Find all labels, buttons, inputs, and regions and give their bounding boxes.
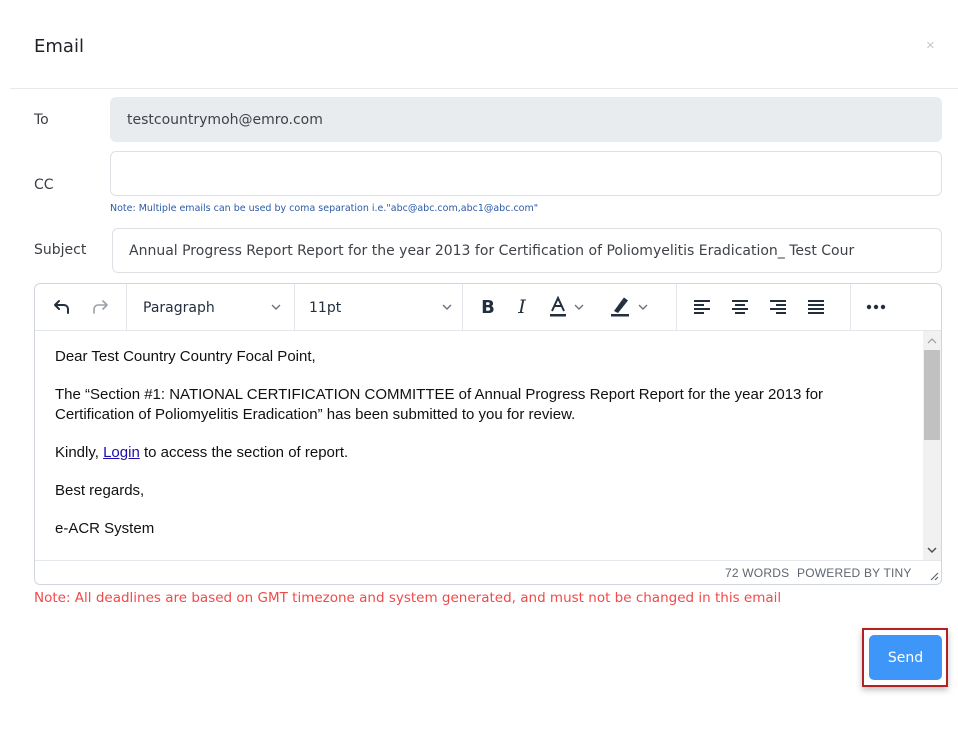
to-label: To [34, 112, 49, 128]
font-size-select[interactable]: 11pt [295, 284, 463, 330]
login-instruction: Kindly, Login to access the section of r… [55, 443, 903, 463]
align-right-icon[interactable] [761, 284, 795, 330]
send-button[interactable]: Send [869, 635, 942, 680]
scroll-up-icon[interactable] [927, 336, 937, 346]
align-left-icon[interactable] [685, 284, 719, 330]
block-format-label: Paragraph [143, 300, 215, 316]
formatting-group: B I [463, 284, 677, 330]
modal-title: Email [34, 36, 84, 57]
scroll-thumb[interactable] [924, 350, 940, 440]
cc-field[interactable] [110, 151, 942, 196]
word-count[interactable]: 72 WORDS [725, 566, 789, 580]
cc-label: CC [34, 177, 54, 193]
editor-scrollbar[interactable] [923, 331, 941, 560]
kindly-prefix: Kindly, [55, 444, 104, 461]
cc-note: Note: Multiple emails can be used by com… [110, 203, 539, 214]
signature-text: e-ACR System [55, 520, 155, 537]
to-field[interactable]: testcountrymoh@emro.com [110, 97, 942, 142]
scroll-down-icon[interactable] [927, 545, 937, 555]
resize-handle-icon[interactable] [929, 571, 939, 581]
subject-field[interactable]: Annual Progress Report Report for the ye… [112, 228, 942, 273]
chevron-down-icon [271, 304, 281, 310]
closing-text: Best regards, [55, 482, 145, 499]
italic-icon[interactable]: I [505, 284, 539, 330]
alignment-group [677, 284, 851, 330]
align-justify-icon[interactable] [799, 284, 833, 330]
chevron-down-icon [442, 304, 452, 310]
kindly-suffix: to access the section of report. [139, 444, 349, 461]
bold-icon[interactable]: B [471, 284, 505, 330]
more-icon[interactable] [857, 284, 895, 330]
font-size-label: 11pt [309, 300, 342, 316]
greeting-text: Dear Test Country Country Focal Point, [55, 348, 316, 365]
subject-label: Subject [34, 242, 87, 258]
header-divider [10, 88, 958, 89]
close-icon[interactable]: × [926, 38, 935, 54]
align-center-icon[interactable] [723, 284, 757, 330]
block-format-select[interactable]: Paragraph [127, 284, 295, 330]
body-paragraph: The “Section #1: NATIONAL CERTIFICATION … [55, 386, 824, 423]
login-link[interactable]: Login [103, 444, 140, 461]
deadline-note: Note: All deadlines are based on GMT tim… [34, 590, 782, 606]
undo-icon[interactable] [45, 284, 79, 330]
highlight-color-icon[interactable] [601, 284, 665, 330]
email-modal: Email × To testcountrymoh@emro.com CC No… [0, 0, 958, 729]
editor-toolbar: Paragraph 11pt B I [35, 284, 941, 331]
editor-content[interactable]: Dear Test Country Country Focal Point, T… [35, 331, 923, 560]
powered-by-link[interactable]: POWERED BY TINY [797, 566, 912, 580]
rich-text-editor: Paragraph 11pt B I Dear Test Country Cou… [34, 283, 942, 585]
editor-statusbar: 72 WORDS POWERED BY TINY [35, 560, 941, 584]
text-color-icon[interactable] [543, 284, 599, 330]
history-group [35, 284, 127, 330]
redo-icon[interactable] [83, 284, 117, 330]
